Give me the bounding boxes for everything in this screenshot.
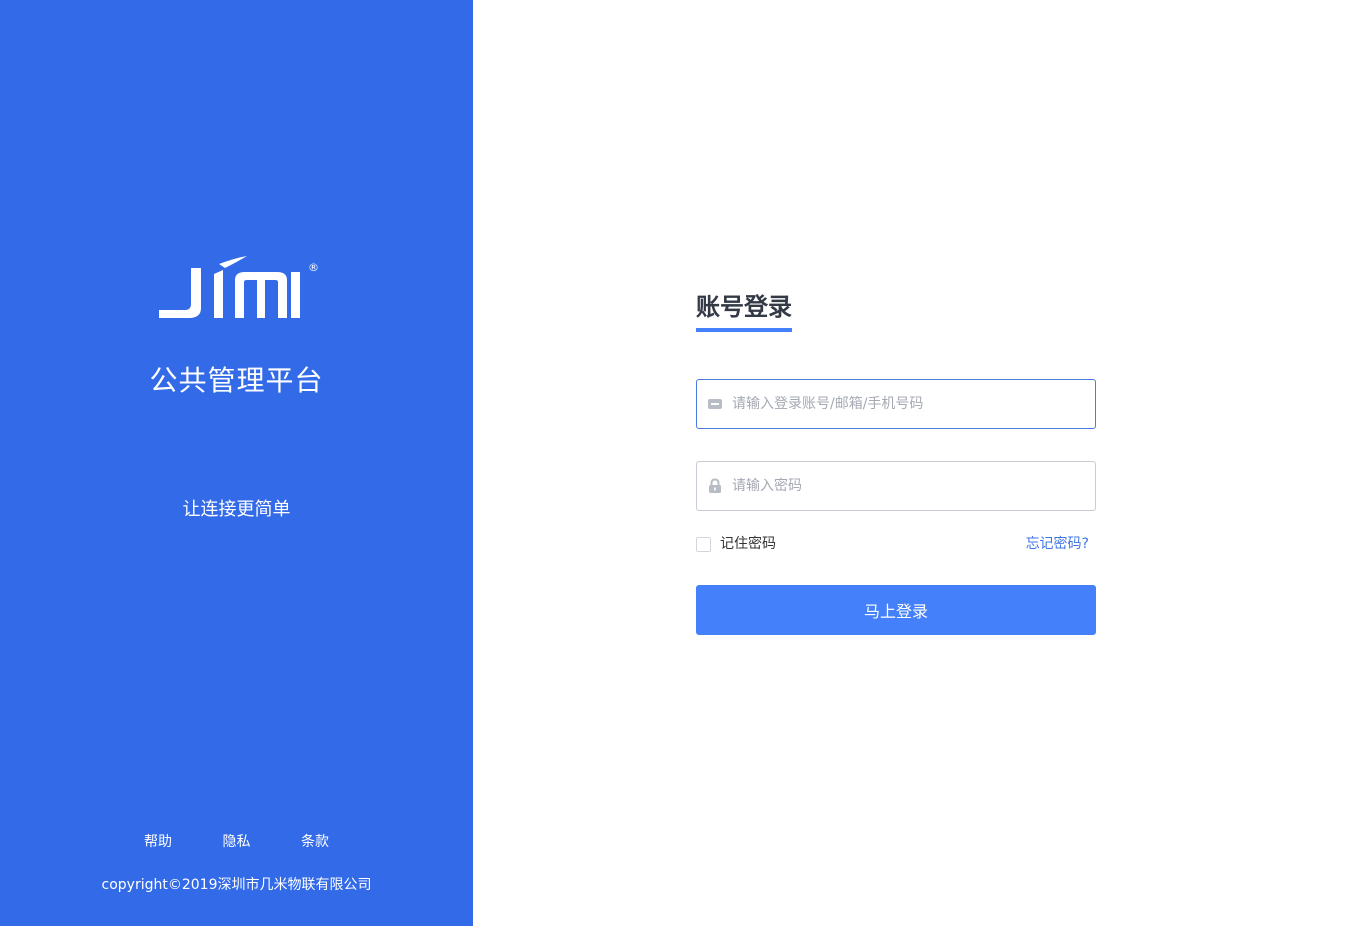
slogan: 让连接更简单 <box>182 499 291 520</box>
account-input[interactable] <box>732 380 1087 428</box>
login-page: ® 公共管理平台 让连接更简单 帮助 隐私 条款 copyright©2019深… <box>0 0 1365 926</box>
registered-mark: ® <box>308 261 319 274</box>
platform-name: 公共管理平台 <box>149 364 324 397</box>
jimi-logo: ® <box>157 252 322 322</box>
copyright: copyright©2019深圳市几米物联有限公司 <box>101 877 372 893</box>
login-button[interactable]: 马上登录 <box>696 585 1096 635</box>
terms-link[interactable]: 条款 <box>301 832 329 852</box>
login-title: 账号登录 <box>696 290 792 332</box>
brand-panel: ® 公共管理平台 让连接更简单 帮助 隐私 条款 copyright©2019深… <box>0 0 473 926</box>
login-form: 账号登录 记住密码 忘记密码? 马上登录 <box>696 290 1096 635</box>
password-field[interactable] <box>696 461 1096 511</box>
help-link[interactable]: 帮助 <box>144 832 172 852</box>
password-input[interactable] <box>732 462 1087 510</box>
remember-row: 记住密码 忘记密码? <box>696 535 1096 555</box>
jimi-logo-icon <box>159 256 300 318</box>
account-field[interactable] <box>696 379 1096 429</box>
forgot-password-link[interactable]: 忘记密码? <box>1026 535 1089 553</box>
footer-links: 帮助 隐私 条款 <box>0 832 473 852</box>
id-card-icon <box>708 399 722 409</box>
remember-checkbox[interactable] <box>696 537 711 552</box>
remember-label[interactable]: 记住密码 <box>720 535 776 553</box>
lock-icon <box>709 478 721 493</box>
privacy-link[interactable]: 隐私 <box>223 832 251 852</box>
